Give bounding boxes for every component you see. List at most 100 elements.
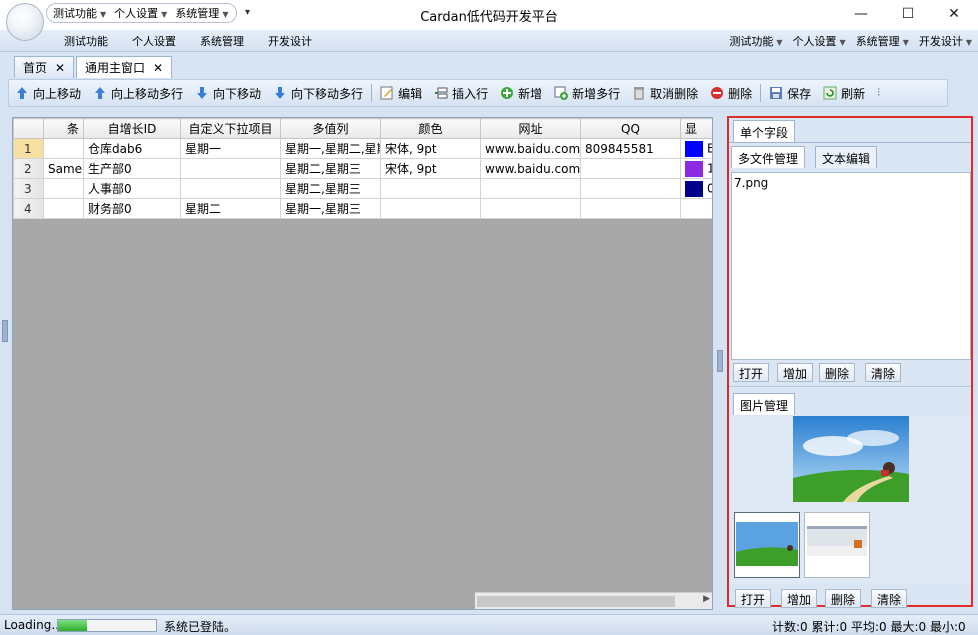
save-button[interactable]: 保存 xyxy=(769,85,811,102)
add-multi-button[interactable]: 新增多行 xyxy=(554,85,620,102)
table-cell[interactable] xyxy=(580,158,681,179)
column-header[interactable]: 显 xyxy=(680,118,712,139)
image-preview[interactable] xyxy=(793,416,909,502)
undo-delete-button[interactable]: 取消删除 xyxy=(632,85,698,102)
menu-right-dev[interactable]: 开发设计 ▼ xyxy=(919,33,972,49)
row-number[interactable]: 3 xyxy=(13,178,44,199)
toolbar-overflow-icon[interactable]: ⫶ xyxy=(877,86,880,100)
delete-button[interactable]: 删除 xyxy=(710,85,752,102)
table-cell[interactable] xyxy=(480,178,581,199)
column-header[interactable]: 自定义下拉项目 xyxy=(180,118,281,139)
insert-row-button[interactable]: 插入行 xyxy=(434,85,488,102)
grid-corner-cell[interactable] xyxy=(13,118,44,139)
table-row[interactable]: 1 仓库dab6 星期一 星期一,星期二,星期 宋体, 9pt www.baid… xyxy=(13,138,712,159)
undo-delete-icon xyxy=(634,87,645,100)
table-cell[interactable] xyxy=(380,198,481,219)
column-header[interactable]: 自增长ID xyxy=(83,118,181,139)
table-cell[interactable]: 宋体, 9pt xyxy=(380,138,481,159)
column-header[interactable]: 颜色 xyxy=(380,118,481,139)
app-menu-orb[interactable] xyxy=(6,3,44,41)
table-cell[interactable] xyxy=(43,178,84,199)
move-up-button[interactable]: 向上移动 xyxy=(15,85,81,102)
refresh-button[interactable]: 刷新 xyxy=(823,85,865,102)
move-down-button[interactable]: 向下移动 xyxy=(195,85,261,102)
table-cell[interactable]: 0 xyxy=(680,178,712,199)
image-open-button[interactable]: 打开 xyxy=(735,589,772,608)
table-cell[interactable] xyxy=(43,138,84,159)
list-item[interactable]: 7.png xyxy=(732,173,970,193)
table-cell[interactable]: 星期二,星期三 xyxy=(280,158,381,179)
table-cell[interactable] xyxy=(480,198,581,219)
table-cell[interactable]: 星期二 xyxy=(180,198,281,219)
column-header[interactable]: 多值列 xyxy=(280,118,381,139)
table-cell[interactable]: www.baidu.com xyxy=(480,158,581,179)
menu-personal-settings[interactable]: 个人设置 xyxy=(120,33,188,49)
table-cell[interactable]: E xyxy=(680,138,712,159)
scroll-right-icon[interactable]: ▶ xyxy=(703,594,710,604)
tab-multi-file[interactable]: 多文件管理 xyxy=(731,146,806,168)
column-header[interactable]: QQ xyxy=(580,118,681,139)
table-cell[interactable]: 星期一 xyxy=(180,138,281,159)
close-icon[interactable]: ✕ xyxy=(153,61,163,75)
image-delete-button[interactable]: 删除 xyxy=(825,589,862,608)
menu-dev-design[interactable]: 开发设计 xyxy=(256,33,324,49)
left-panel-toggle[interactable] xyxy=(2,320,8,342)
image-add-button[interactable]: 增加 xyxy=(781,589,818,608)
row-number[interactable]: 4 xyxy=(13,198,44,219)
file-delete-button[interactable]: 删除 xyxy=(819,363,856,382)
file-clear-button[interactable]: 清除 xyxy=(865,363,902,382)
file-open-button[interactable]: 打开 xyxy=(733,363,770,382)
table-cell[interactable] xyxy=(680,198,712,219)
image-clear-button[interactable]: 清除 xyxy=(871,589,908,608)
scrollbar-thumb[interactable] xyxy=(477,596,675,607)
image-thumbnail[interactable] xyxy=(734,512,800,578)
move-down-multi-button[interactable]: 向下移动多行 xyxy=(273,85,363,102)
move-up-multi-button[interactable]: 向上移动多行 xyxy=(93,85,183,102)
table-cell[interactable]: 1 xyxy=(680,158,712,179)
column-header[interactable]: 网址 xyxy=(480,118,581,139)
table-cell[interactable] xyxy=(380,178,481,199)
table-cell[interactable]: 财务部0 xyxy=(83,198,181,219)
table-cell[interactable]: 809845581 xyxy=(580,138,681,159)
table-row[interactable]: 2 Same 生产部0 星期二,星期三 宋体, 9pt www.baidu.co… xyxy=(13,158,712,179)
tab-image-manage[interactable]: 图片管理 xyxy=(733,393,796,415)
table-cell[interactable]: 宋体, 9pt xyxy=(380,158,481,179)
table-cell[interactable]: 生产部0 xyxy=(83,158,181,179)
row-number[interactable]: 1 xyxy=(13,138,44,159)
file-add-button[interactable]: 增加 xyxy=(777,363,814,382)
menu-right-personal[interactable]: 个人设置 ▼ xyxy=(793,33,846,49)
table-cell[interactable] xyxy=(180,158,281,179)
table-cell[interactable]: 人事部0 xyxy=(83,178,181,199)
image-thumbnail[interactable] xyxy=(804,512,870,578)
maximize-button[interactable]: ☐ xyxy=(898,5,918,23)
table-cell[interactable] xyxy=(180,178,281,199)
minimize-button[interactable]: — xyxy=(851,5,871,23)
tab-home[interactable]: 首页 ✕ xyxy=(14,56,75,78)
close-icon[interactable]: ✕ xyxy=(55,61,65,75)
table-cell[interactable]: 星期二,星期三 xyxy=(280,178,381,199)
table-cell[interactable]: Same xyxy=(43,158,84,179)
right-panel-toggle[interactable] xyxy=(717,350,723,372)
menu-test-functions[interactable]: 测试功能 xyxy=(52,33,120,49)
menu-system-management[interactable]: 系统管理 xyxy=(188,33,256,49)
table-cell[interactable] xyxy=(43,198,84,219)
row-number[interactable]: 2 xyxy=(13,158,44,179)
menu-right-system[interactable]: 系统管理 ▼ xyxy=(856,33,909,49)
table-cell[interactable] xyxy=(580,198,681,219)
column-header[interactable]: 条 xyxy=(43,118,84,139)
table-row[interactable]: 3 人事部0 星期二,星期三 0 xyxy=(13,178,712,199)
edit-button[interactable]: 编辑 xyxy=(380,85,422,102)
table-cell[interactable] xyxy=(580,178,681,199)
table-cell[interactable]: 星期一,星期二,星期 xyxy=(280,138,381,159)
tab-main-window[interactable]: 通用主窗口 ✕ xyxy=(76,56,173,78)
table-cell[interactable]: www.baidu.com xyxy=(480,138,581,159)
tab-text-edit[interactable]: 文本编辑 xyxy=(815,146,878,168)
table-cell[interactable]: 仓库dab6 xyxy=(83,138,181,159)
add-button[interactable]: 新增 xyxy=(500,85,542,102)
table-cell[interactable]: 星期一,星期三 xyxy=(280,198,381,219)
close-button[interactable]: ✕ xyxy=(944,5,964,23)
table-row[interactable]: 4 财务部0 星期二 星期一,星期三 xyxy=(13,198,712,219)
tab-single-field[interactable]: 单个字段 xyxy=(733,120,796,142)
menu-right-test[interactable]: 测试功能 ▼ xyxy=(729,33,782,49)
horizontal-scrollbar[interactable]: ▶ xyxy=(475,592,712,609)
